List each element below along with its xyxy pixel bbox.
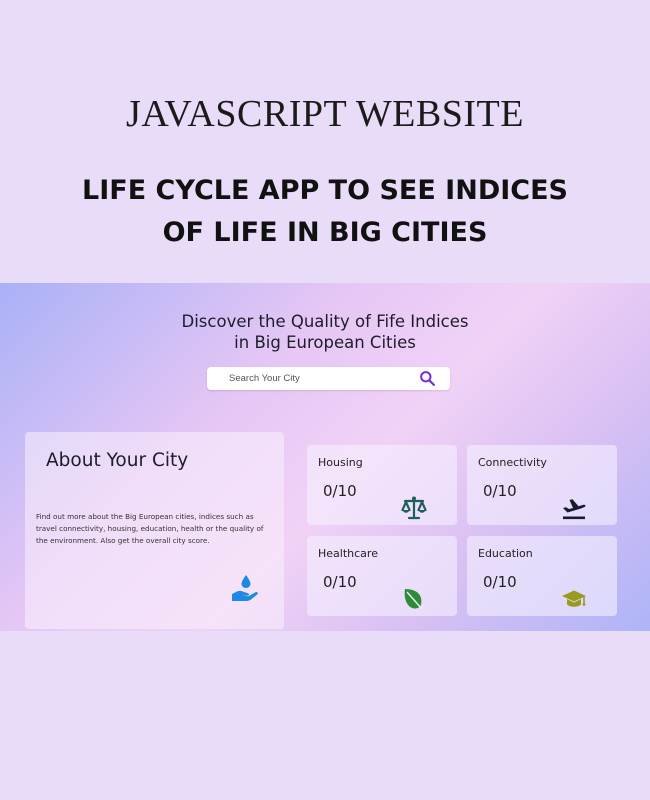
index-card-education[interactable]: Education 0/10 <box>467 536 617 616</box>
index-score: 0/10 <box>323 573 357 591</box>
airplane-icon <box>563 499 586 520</box>
water-hand-icon <box>232 575 258 601</box>
index-score: 0/10 <box>483 573 517 591</box>
index-label: Healthcare <box>318 547 378 560</box>
about-title: About Your City <box>46 450 189 471</box>
hero-line1: Discover the Quality of Fife Indices <box>181 312 469 331</box>
banner-subtitle: LIFE CYCLE APP TO SEE INDICES OF LIFE IN… <box>0 170 650 254</box>
index-card-housing[interactable]: Housing 0/10 <box>307 445 457 525</box>
graduation-cap-icon <box>562 590 586 607</box>
index-score: 0/10 <box>483 482 517 500</box>
scale-icon <box>401 496 427 520</box>
banner-subtitle-line2: OF LIFE IN BIG CITIES <box>162 217 488 248</box>
search-bar <box>207 367 450 390</box>
index-card-healthcare[interactable]: Healthcare 0/10 <box>307 536 457 616</box>
about-description: Find out more about the Big European cit… <box>36 512 264 545</box>
index-label: Connectivity <box>478 456 547 469</box>
banner-title: JAVASCRIPT WEBSITE <box>126 93 524 135</box>
index-label: Housing <box>318 456 363 469</box>
hero-heading: Discover the Quality of Fife Indices in … <box>0 311 650 353</box>
index-score: 0/10 <box>323 482 357 500</box>
search-icon[interactable] <box>419 370 436 387</box>
index-label: Education <box>478 547 533 560</box>
index-card-connectivity[interactable]: Connectivity 0/10 <box>467 445 617 525</box>
about-city-panel: About Your City Find out more about the … <box>25 432 284 629</box>
leaf-icon <box>404 589 423 610</box>
hero-line2: in Big European Cities <box>234 333 416 352</box>
banner-subtitle-line1: LIFE CYCLE APP TO SEE INDICES <box>82 175 568 206</box>
app-screenshot: Discover the Quality of Fife Indices in … <box>0 283 650 631</box>
search-input[interactable] <box>207 367 412 390</box>
